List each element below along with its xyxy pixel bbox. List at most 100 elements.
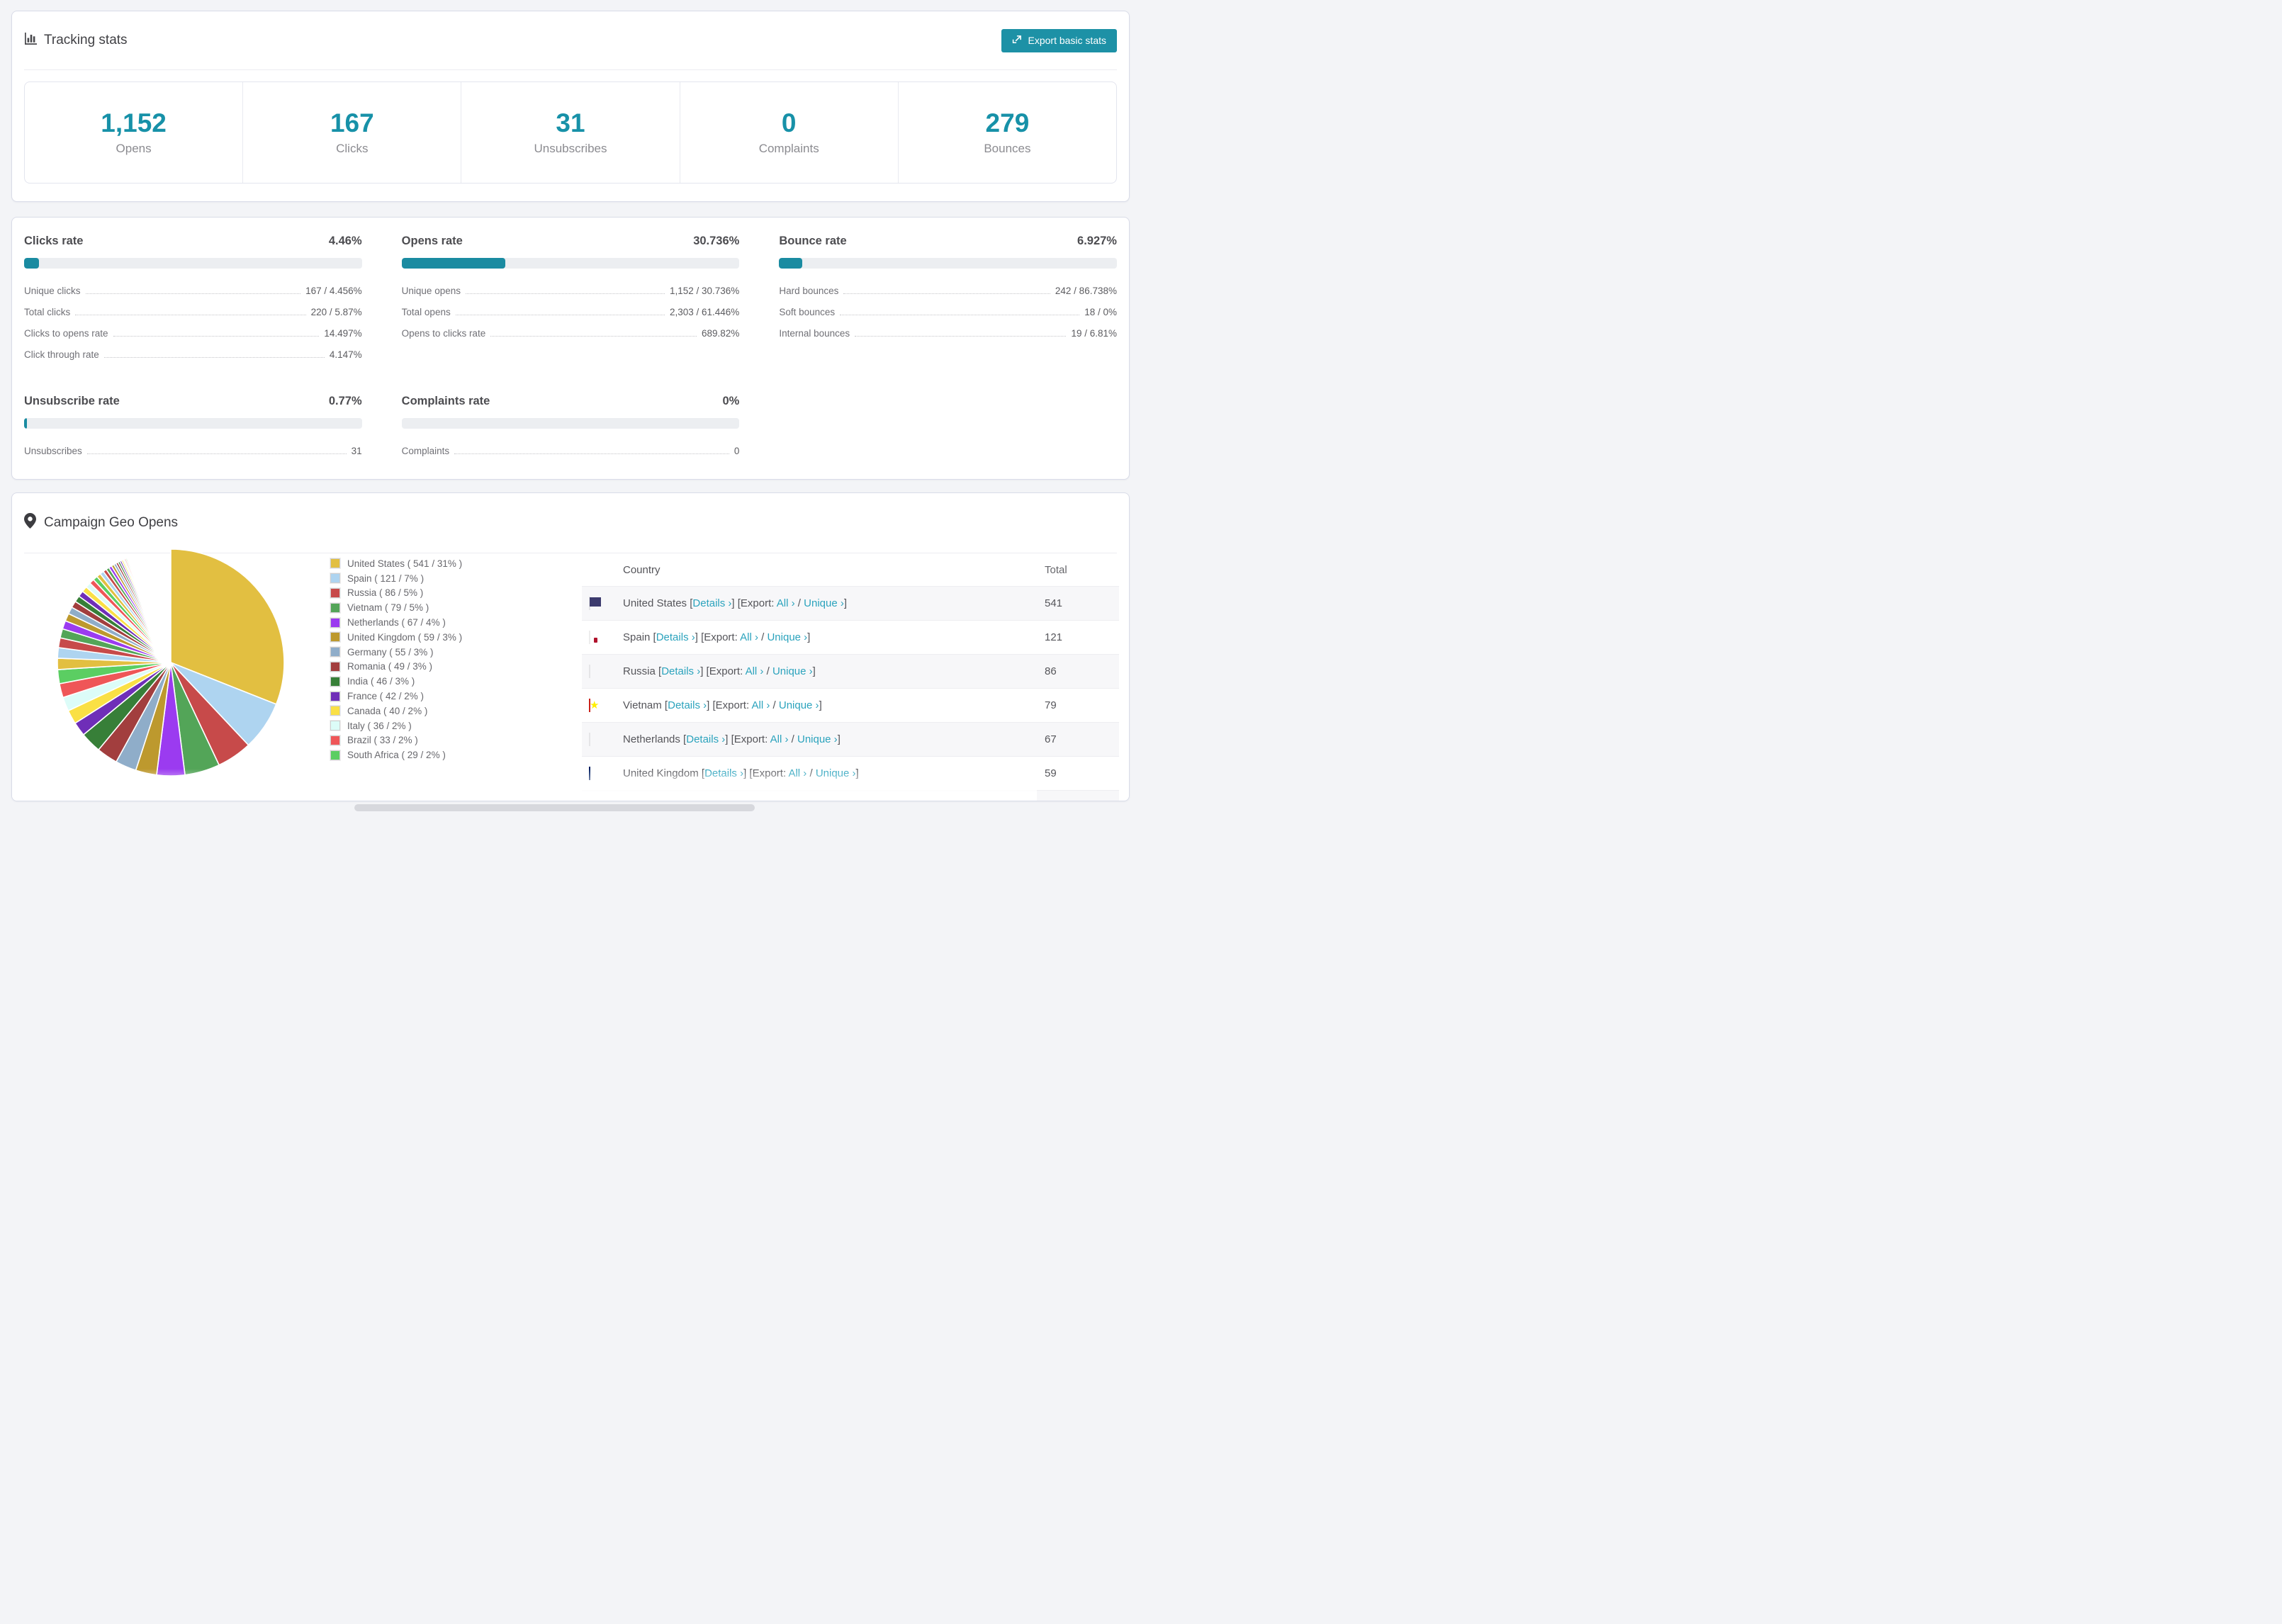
legend-item[interactable]: Brazil ( 33 / 2% ) bbox=[330, 733, 462, 748]
summary-stat-value: 167 bbox=[330, 108, 374, 137]
legend-label: Brazil ( 33 / 2% ) bbox=[347, 735, 418, 746]
details-link[interactable]: Details › bbox=[686, 733, 725, 745]
rate-progress-fill bbox=[24, 418, 27, 429]
rate-section: Complaints rate 0% Complaints 0 bbox=[401, 395, 740, 461]
rate-detail-value: 220 / 5.87% bbox=[310, 306, 362, 317]
rate-section-title: Complaints rate bbox=[401, 395, 490, 407]
rate-progress-track bbox=[401, 258, 740, 269]
details-link[interactable]: Details › bbox=[661, 665, 700, 677]
horizontal-scrollbar-thumb[interactable] bbox=[354, 804, 755, 811]
rate-detail-value: 31 bbox=[351, 445, 362, 456]
rate-detail-value: 18 / 0% bbox=[1084, 306, 1117, 317]
link-bracket-text: ] bbox=[812, 665, 816, 677]
legend-item[interactable]: Vietnam ( 79 / 5% ) bbox=[330, 600, 462, 615]
export-unique-link[interactable]: Unique › bbox=[797, 733, 838, 745]
export-all-link[interactable]: All › bbox=[740, 631, 758, 643]
legend-swatch bbox=[330, 660, 341, 672]
export-unique-link[interactable]: Unique › bbox=[779, 699, 819, 711]
legend-label: France ( 42 / 2% ) bbox=[347, 691, 425, 702]
legend-item[interactable]: United States ( 541 / 31% ) bbox=[330, 556, 462, 571]
legend-label: Italy ( 36 / 2% ) bbox=[347, 720, 412, 731]
export-all-link[interactable]: All › bbox=[752, 699, 770, 711]
legend-item[interactable]: Germany ( 55 / 3% ) bbox=[330, 645, 462, 660]
table-row: Vietnam [Details ›] [Export: All › / Uni… bbox=[582, 688, 1119, 722]
legend-label: Vietnam ( 79 / 5% ) bbox=[347, 602, 429, 614]
legend-item[interactable]: South Africa ( 29 / 2% ) bbox=[330, 748, 462, 762]
legend-swatch bbox=[330, 602, 341, 614]
legend-item[interactable]: France ( 42 / 2% ) bbox=[330, 689, 462, 704]
rate-section-title: Bounce rate bbox=[779, 235, 847, 247]
legend-item[interactable]: Romania ( 49 / 3% ) bbox=[330, 660, 462, 675]
legend-label: Spain ( 121 / 7% ) bbox=[347, 573, 425, 584]
summary-stat-value: 1,152 bbox=[101, 108, 167, 137]
link-bracket-text: ] [Export: bbox=[707, 699, 752, 711]
rate-detail-label: Clicks to opens rate bbox=[24, 327, 108, 339]
rate-detail-value: 167 / 4.456% bbox=[305, 285, 362, 296]
legend-item[interactable]: United Kingdom ( 59 / 3% ) bbox=[330, 630, 462, 645]
legend-label: Germany ( 55 / 3% ) bbox=[347, 646, 434, 658]
rate-detail-label: Click through rate bbox=[24, 349, 99, 360]
rate-detail-row: Opens to clicks rate 689.82% bbox=[402, 322, 740, 344]
legend-swatch bbox=[330, 587, 341, 599]
campaign-geo-opens-card: Campaign Geo Opens United States ( 541 /… bbox=[11, 492, 1130, 801]
legend-label: Russia ( 86 / 5% ) bbox=[347, 587, 424, 599]
dotted-leader bbox=[490, 335, 697, 337]
export-all-link[interactable]: All › bbox=[777, 597, 795, 609]
legend-item[interactable]: Russia ( 86 / 5% ) bbox=[330, 586, 462, 601]
summary-stat-value: 0 bbox=[781, 108, 797, 137]
details-link[interactable]: Details › bbox=[656, 631, 695, 643]
gb-flag-icon bbox=[589, 767, 590, 780]
total-cell: 121 bbox=[1045, 631, 1063, 643]
rate-section-value: 0% bbox=[722, 395, 740, 407]
summary-stat-cell: 279 Bounces bbox=[899, 82, 1116, 183]
export-unique-link[interactable]: Unique › bbox=[767, 631, 807, 643]
export-unique-link[interactable]: Unique › bbox=[804, 597, 844, 609]
legend-label: United States ( 541 / 31% ) bbox=[347, 558, 463, 569]
export-basic-stats-button[interactable]: Export basic stats bbox=[1001, 28, 1117, 52]
country-name: Russia bbox=[623, 665, 656, 677]
rate-detail-label: Soft bounces bbox=[779, 306, 836, 317]
flag-cell bbox=[582, 597, 623, 610]
legend-swatch bbox=[330, 616, 341, 628]
legend-swatch bbox=[330, 675, 341, 687]
legend-item[interactable]: India ( 46 / 3% ) bbox=[330, 674, 462, 689]
details-link[interactable]: Details › bbox=[692, 597, 731, 609]
summary-stat-label: Bounces bbox=[984, 142, 1031, 156]
table-row: United Kingdom [Details ›] [Export: All … bbox=[582, 756, 1119, 790]
summary-stat-cell: 167 Clicks bbox=[243, 82, 462, 183]
export-unique-link[interactable]: Unique › bbox=[772, 665, 813, 677]
link-bracket-text: ] bbox=[807, 631, 811, 643]
export-button-label: Export basic stats bbox=[1028, 35, 1107, 46]
geo-content: United States ( 541 / 31% ) Spain ( 121 /… bbox=[12, 548, 1129, 801]
dotted-leader bbox=[855, 335, 1067, 337]
legend-swatch bbox=[330, 646, 341, 658]
link-bracket-text: ] bbox=[837, 733, 841, 745]
summary-stat-cell: 31 Unsubscribes bbox=[461, 82, 680, 183]
link-bracket-text: / bbox=[806, 767, 816, 779]
rate-detail-value: 0 bbox=[734, 445, 740, 456]
flag-cell bbox=[582, 699, 623, 712]
export-unique-link[interactable]: Unique › bbox=[816, 767, 856, 779]
total-cell: 541 bbox=[1045, 597, 1063, 609]
export-all-link[interactable]: All › bbox=[788, 767, 806, 779]
rate-section-value: 0.77% bbox=[328, 395, 362, 407]
tracking-stats-title: Tracking stats bbox=[24, 32, 128, 49]
legend-item[interactable]: Netherlands ( 67 / 4% ) bbox=[330, 615, 462, 630]
country-cell: United States [Details ›] [Export: All ›… bbox=[623, 597, 1045, 609]
legend-label: Netherlands ( 67 / 4% ) bbox=[347, 617, 446, 628]
legend-item[interactable]: Canada ( 40 / 2% ) bbox=[330, 704, 462, 718]
export-all-link[interactable]: All › bbox=[746, 665, 764, 677]
table-row: Russia [Details ›] [Export: All › / Uniq… bbox=[582, 654, 1119, 688]
country-cell: United Kingdom [Details ›] [Export: All … bbox=[623, 767, 1045, 779]
link-bracket-text: / bbox=[788, 733, 797, 745]
details-link[interactable]: Details › bbox=[668, 699, 707, 711]
legend-item[interactable]: Spain ( 121 / 7% ) bbox=[330, 571, 462, 586]
rate-section-title: Unsubscribe rate bbox=[24, 395, 120, 407]
geo-legend: United States ( 541 / 31% ) Spain ( 121 /… bbox=[330, 556, 462, 762]
summary-stat-cell: 1,152 Opens bbox=[25, 82, 244, 183]
legend-item[interactable]: Italy ( 36 / 2% ) bbox=[330, 718, 462, 733]
details-link[interactable]: Details › bbox=[704, 767, 743, 779]
summary-stat-value: 279 bbox=[985, 108, 1030, 137]
country-cell: Spain [Details ›] [Export: All › / Uniqu… bbox=[623, 631, 1045, 643]
export-all-link[interactable]: All › bbox=[770, 733, 789, 745]
